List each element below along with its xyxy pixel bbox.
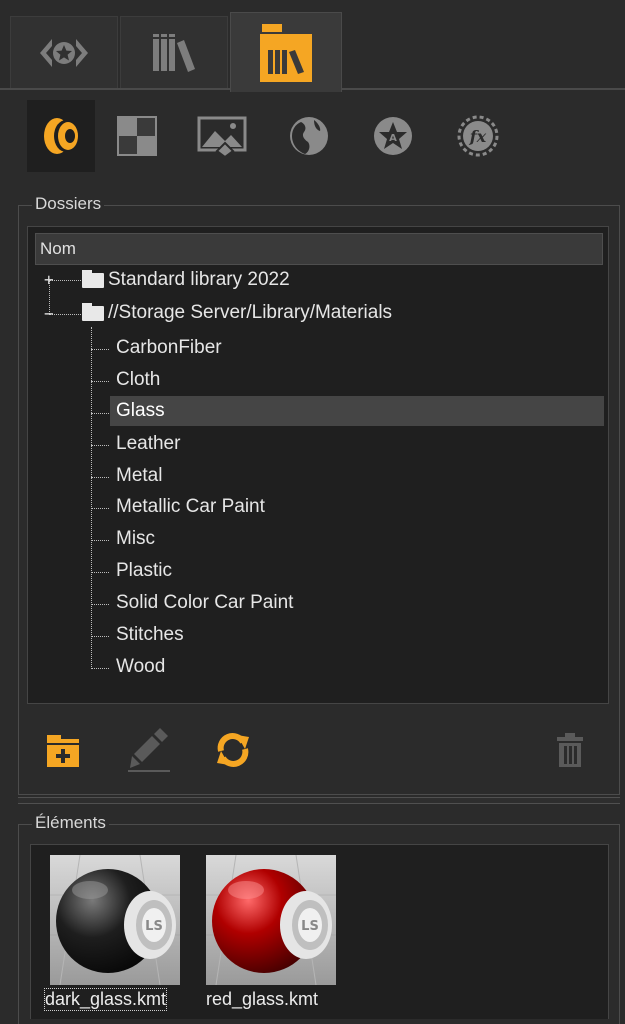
subtab-materials[interactable] bbox=[27, 100, 95, 172]
tab-library-folder[interactable] bbox=[230, 12, 342, 92]
category-bar: A fx bbox=[0, 92, 625, 180]
material-thumbnail-red-glass[interactable]: LS bbox=[206, 855, 336, 985]
tree-connector bbox=[91, 572, 109, 573]
new-folder-icon bbox=[47, 735, 79, 767]
tab-scene[interactable] bbox=[10, 16, 118, 88]
refresh-button[interactable] bbox=[208, 727, 258, 773]
elements-group-title: Éléments bbox=[32, 813, 109, 833]
folder-tree[interactable]: Nom + Standard library 2022 − //Storage … bbox=[27, 226, 609, 704]
subtab-textures[interactable] bbox=[103, 100, 171, 172]
image-icon bbox=[197, 116, 247, 157]
collapse-icon[interactable]: − bbox=[44, 306, 54, 322]
tree-node-carbonfiber[interactable]: CarbonFiber bbox=[112, 333, 226, 363]
active-tab-joiner bbox=[231, 88, 341, 91]
svg-text:LS: LS bbox=[301, 919, 319, 934]
environment-globe-icon bbox=[290, 117, 328, 155]
svg-text:fx: fx bbox=[469, 127, 487, 146]
tree-node-metal[interactable]: Metal bbox=[112, 461, 166, 491]
tree-connector bbox=[49, 314, 83, 315]
tree-connector bbox=[91, 508, 109, 509]
tree-node-leather[interactable]: Leather bbox=[112, 429, 184, 459]
tree-connector bbox=[91, 477, 109, 478]
tree-node-standard-library[interactable]: Standard library 2022 bbox=[108, 265, 290, 295]
tree-node-metallic-car-paint[interactable]: Metallic Car Paint bbox=[112, 492, 269, 522]
red-glass-sphere-image: LS bbox=[206, 855, 336, 985]
star-diamond-icon bbox=[40, 38, 88, 67]
refresh-icon bbox=[217, 733, 249, 767]
edit-button[interactable] bbox=[122, 725, 176, 775]
tree-connector bbox=[91, 604, 109, 605]
subtab-environments[interactable] bbox=[275, 100, 343, 172]
subtab-effects[interactable]: fx bbox=[444, 100, 512, 172]
tree-node-stitches[interactable]: Stitches bbox=[112, 620, 188, 650]
folder-open-icon bbox=[82, 303, 104, 321]
tree-connector bbox=[91, 327, 92, 669]
tree-connector bbox=[91, 413, 109, 414]
tree-connector bbox=[49, 280, 83, 281]
material-label-red-glass[interactable]: red_glass.kmt bbox=[206, 989, 318, 1010]
materials-icon bbox=[44, 118, 78, 154]
material-label-dark-glass[interactable]: dark_glass.kmt bbox=[43, 988, 168, 1011]
svg-text:A: A bbox=[389, 133, 397, 144]
svg-text:LS: LS bbox=[145, 919, 163, 934]
tree-connector bbox=[91, 381, 109, 382]
tree-node-cloth[interactable]: Cloth bbox=[112, 365, 164, 395]
library-folder-icon bbox=[260, 23, 312, 82]
animation-icon: A bbox=[374, 117, 412, 155]
folders-group-title: Dossiers bbox=[32, 194, 105, 214]
dark-glass-sphere-image: LS bbox=[50, 855, 180, 985]
tree-connector bbox=[91, 668, 109, 669]
tree-connector bbox=[91, 349, 109, 350]
material-thumbnail-dark-glass[interactable]: LS bbox=[50, 855, 180, 985]
library-books-icon bbox=[153, 33, 195, 72]
elements-grid[interactable]: LS dark_glass.kmt LS red_glass.kmt bbox=[30, 844, 609, 1019]
fx-icon: fx bbox=[457, 115, 499, 157]
tree-node-misc[interactable]: Misc bbox=[112, 524, 159, 554]
tree-column-header[interactable]: Nom bbox=[35, 233, 603, 265]
new-folder-button[interactable] bbox=[38, 727, 88, 773]
main-tab-bar bbox=[0, 0, 625, 92]
tree-node-wood[interactable]: Wood bbox=[112, 652, 169, 682]
tree-node-plastic[interactable]: Plastic bbox=[112, 556, 176, 586]
panel-splitter[interactable] bbox=[18, 797, 620, 804]
tree-connector bbox=[91, 540, 109, 541]
tree-node-storage-server[interactable]: //Storage Server/Library/Materials bbox=[108, 298, 392, 328]
tree-node-solid-color-car-paint[interactable]: Solid Color Car Paint bbox=[112, 588, 297, 618]
edit-brush-icon bbox=[128, 728, 170, 772]
folder-icon bbox=[82, 270, 104, 288]
tree-connector bbox=[91, 445, 109, 446]
tree-connector bbox=[91, 636, 109, 637]
expand-icon[interactable]: + bbox=[44, 272, 54, 288]
delete-button[interactable] bbox=[550, 727, 590, 773]
trash-icon bbox=[557, 733, 583, 767]
textures-checker-icon bbox=[117, 116, 157, 156]
tree-node-glass[interactable]: Glass bbox=[110, 396, 604, 426]
subtab-backplates[interactable] bbox=[189, 100, 257, 172]
subtab-animations[interactable]: A bbox=[359, 100, 427, 172]
tab-library[interactable] bbox=[120, 16, 228, 88]
